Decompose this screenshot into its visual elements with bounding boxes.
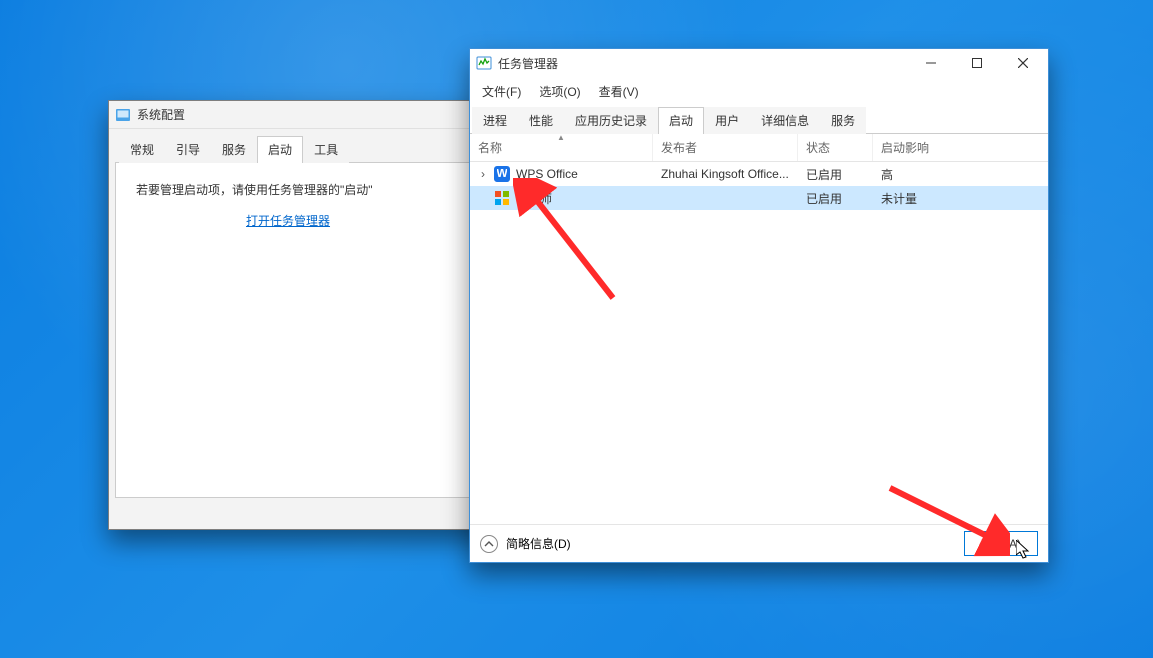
table-row[interactable]: › W WPS Office Zhuhai Kingsoft Office...… <box>470 162 1048 186</box>
cell-impact: 高 <box>873 166 1048 183</box>
app-name-label: WPS Office <box>516 167 578 181</box>
app-icon: W <box>494 166 510 182</box>
menu-file[interactable]: 文件(F) <box>474 79 529 104</box>
task-manager-icon <box>476 55 492 71</box>
tab-performance[interactable]: 性能 <box>518 107 564 134</box>
tab-general[interactable]: 常规 <box>119 136 165 163</box>
colheader-impact-label: 启动影响 <box>881 139 929 156</box>
sysconfig-icon <box>115 107 131 123</box>
tm-footer: 简略信息(D) 禁用(A) <box>470 524 1048 562</box>
cell-name: 鲁大师 <box>470 190 653 207</box>
startup-rows: › W WPS Office Zhuhai Kingsoft Office...… <box>470 162 1048 524</box>
cell-publisher: Zhuhai Kingsoft Office... <box>653 167 798 181</box>
tab-boot[interactable]: 引导 <box>165 136 211 163</box>
minimize-icon <box>926 58 936 68</box>
tab-services[interactable]: 服务 <box>211 136 257 163</box>
table-row[interactable]: 鲁大师 已启用 未计量 <box>470 186 1048 210</box>
svg-text:W: W <box>497 169 507 179</box>
tab-users[interactable]: 用户 <box>704 107 750 134</box>
menu-view[interactable]: 查看(V) <box>591 79 647 104</box>
maximize-button[interactable] <box>954 49 1000 77</box>
tab-tools[interactable]: 工具 <box>303 136 349 163</box>
open-taskmgr-link[interactable]: 打开任务管理器 <box>246 212 330 229</box>
maximize-icon <box>972 58 982 68</box>
cell-name: › W WPS Office <box>470 166 653 182</box>
colheader-name-label: 名称 <box>478 139 502 156</box>
menu-options[interactable]: 选项(O) <box>531 79 588 104</box>
tab-app-history[interactable]: 应用历史记录 <box>564 107 658 134</box>
sort-indicator-icon: ▲ <box>557 133 565 142</box>
app-icon <box>494 190 510 206</box>
tab-startup-tm[interactable]: 启动 <box>658 107 704 134</box>
colheader-status[interactable]: 状态 <box>798 134 873 161</box>
expand-icon <box>478 191 488 205</box>
close-button[interactable] <box>1000 49 1046 77</box>
colheader-publisher-label: 发布者 <box>661 139 697 156</box>
cell-impact: 未计量 <box>873 190 1048 207</box>
colheader-impact[interactable]: 启动影响 <box>873 134 1048 161</box>
column-headers: ▲ 名称 发布者 状态 启动影响 <box>470 134 1048 162</box>
tab-details[interactable]: 详细信息 <box>750 107 820 134</box>
tm-tabs: 进程 性能 应用历史记录 启动 用户 详细信息 服务 <box>470 106 1048 134</box>
tm-title: 任务管理器 <box>498 55 908 72</box>
disable-button[interactable]: 禁用(A) <box>964 531 1038 556</box>
window-controls <box>908 49 1046 77</box>
expand-icon[interactable]: › <box>478 167 488 181</box>
minimize-button[interactable] <box>908 49 954 77</box>
cell-status: 已启用 <box>798 190 873 207</box>
tm-menubar: 文件(F) 选项(O) 查看(V) <box>470 77 1048 106</box>
colheader-status-label: 状态 <box>806 139 830 156</box>
chevron-up-icon <box>484 539 494 549</box>
cell-status: 已启用 <box>798 166 873 183</box>
tab-processes[interactable]: 进程 <box>472 107 518 134</box>
fewer-details-label[interactable]: 简略信息(D) <box>506 535 571 552</box>
close-icon <box>1018 58 1028 68</box>
colheader-name[interactable]: ▲ 名称 <box>470 134 653 161</box>
tab-startup[interactable]: 启动 <box>257 136 303 163</box>
task-manager-window: 任务管理器 文件(F) 选项(O) 查看(V) 进程 性能 应用历史记录 启动 … <box>469 48 1049 563</box>
app-name-label: 鲁大师 <box>516 190 552 207</box>
colheader-publisher[interactable]: 发布者 <box>653 134 798 161</box>
tab-services-tm[interactable]: 服务 <box>820 107 866 134</box>
fewer-details-toggle[interactable] <box>480 535 498 553</box>
tm-titlebar[interactable]: 任务管理器 <box>470 49 1048 77</box>
